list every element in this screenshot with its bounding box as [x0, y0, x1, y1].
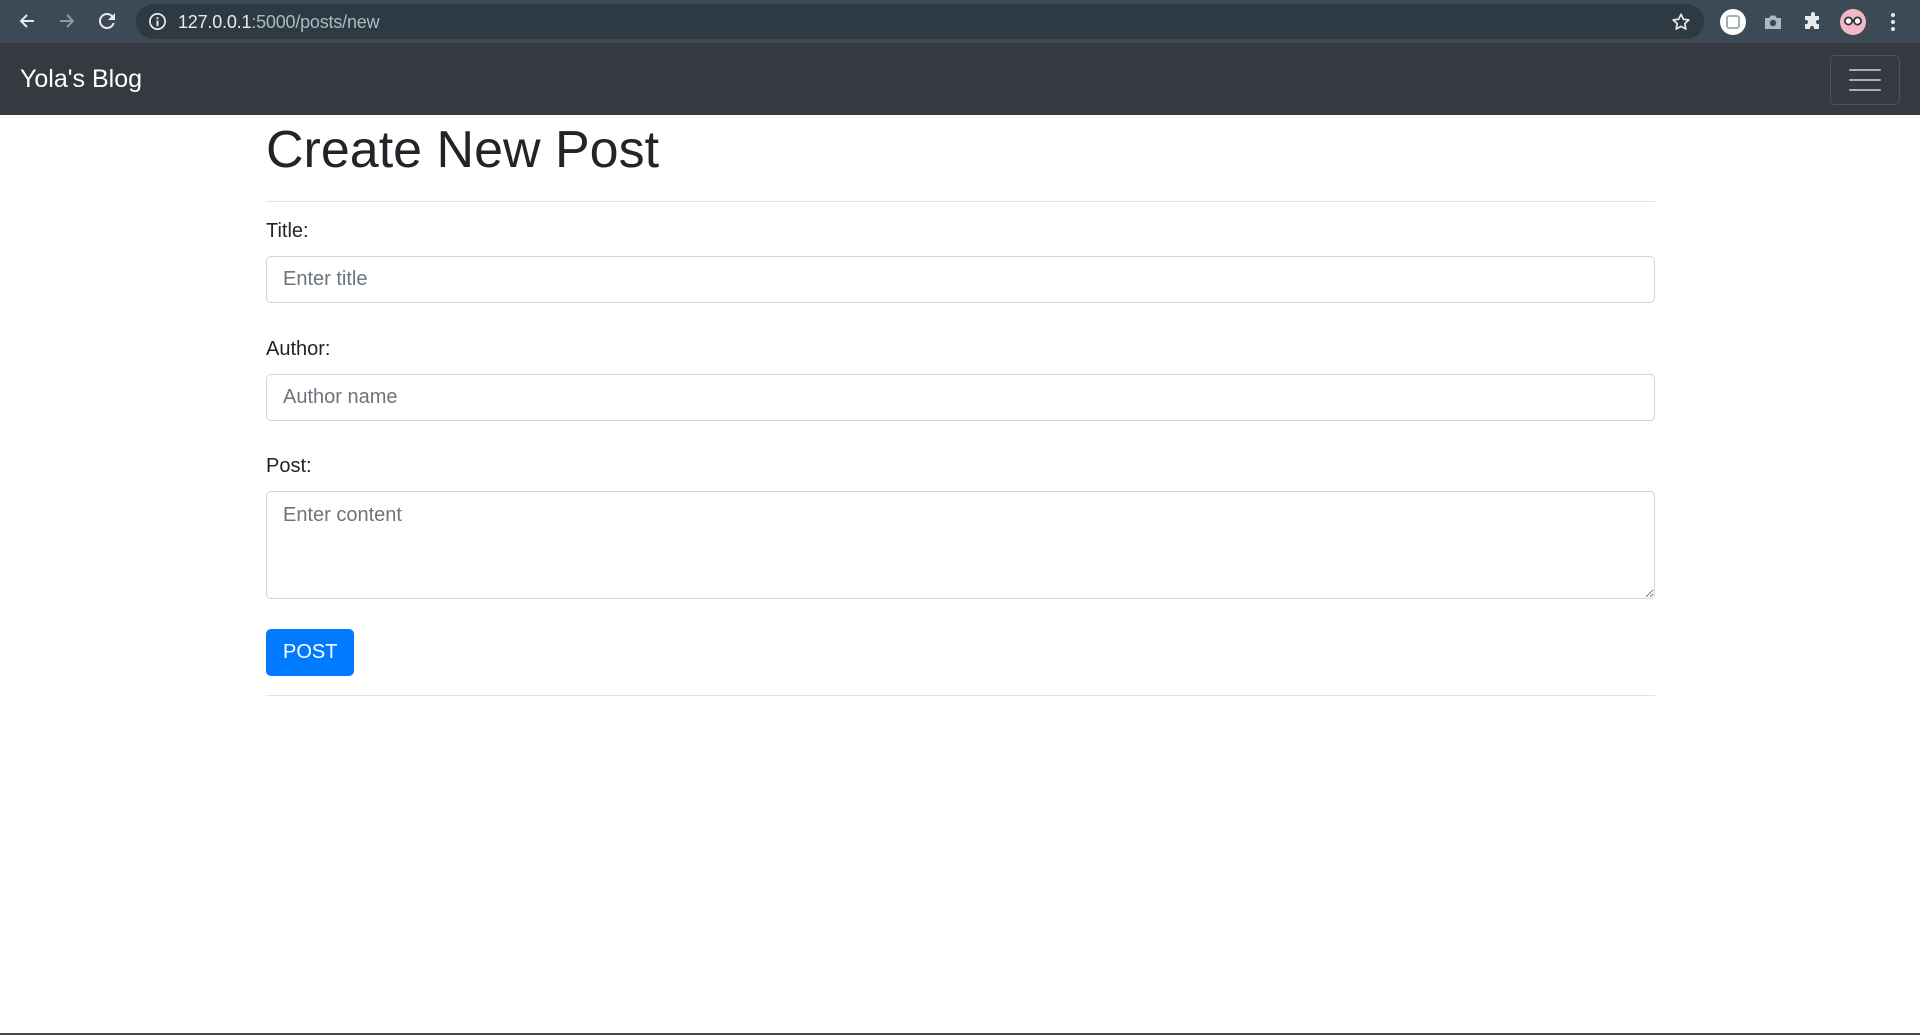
hamburger-icon-bar [1849, 79, 1881, 81]
reload-icon [98, 12, 115, 29]
forward-button[interactable] [52, 6, 82, 36]
hamburger-icon-bar [1849, 69, 1881, 71]
title-field-group: Title: [266, 220, 309, 243]
navbar-toggler-button[interactable] [1830, 55, 1900, 105]
puzzle-icon [1805, 12, 1819, 29]
post-label: Post: [266, 455, 312, 477]
title-divider [266, 200, 1655, 202]
url-path: :5000/posts/new [251, 12, 380, 32]
profile-button[interactable] [1838, 7, 1868, 37]
browser-toolbar: 127.0.0.1:5000/posts/new [0, 0, 1920, 43]
post-field-group: Post: [266, 455, 312, 478]
forward-icon [60, 14, 75, 28]
back-button[interactable] [12, 6, 42, 36]
title-label: Title: [266, 220, 309, 242]
page-title: Create New Post [266, 121, 660, 179]
back-icon [19, 14, 34, 28]
author-label: Author: [266, 338, 331, 360]
menu-icon [1891, 13, 1895, 31]
camera-icon [1765, 15, 1781, 29]
hamburger-icon-bar [1849, 89, 1881, 91]
main-container: Create New Post Title: Author: Post: POS… [266, 115, 1655, 696]
browser-menu-button[interactable] [1878, 7, 1908, 37]
url-host: 127.0.0.1 [178, 12, 252, 32]
title-input[interactable] [266, 256, 1655, 303]
star-icon[interactable] [1670, 11, 1692, 33]
post-content-textarea[interactable] [266, 491, 1655, 599]
url-text[interactable]: 127.0.0.1:5000/posts/new [178, 12, 380, 33]
camera-extension-button[interactable] [1758, 7, 1788, 37]
author-field-group: Author: [266, 338, 330, 361]
form-divider [266, 695, 1655, 696]
extension-icon [1720, 9, 1746, 35]
navbar-brand[interactable]: Yola's Blog [20, 65, 142, 94]
author-input[interactable] [266, 374, 1655, 421]
avatar [1840, 9, 1866, 35]
site-navbar: Yola's Blog [0, 43, 1920, 115]
reload-button[interactable] [92, 6, 122, 36]
extensions-button[interactable] [1798, 7, 1828, 37]
extension-button[interactable] [1718, 7, 1748, 37]
post-submit-button[interactable]: POST [266, 629, 355, 676]
info-icon[interactable] [148, 12, 167, 31]
address-bar[interactable]: 127.0.0.1:5000/posts/new [136, 4, 1704, 39]
